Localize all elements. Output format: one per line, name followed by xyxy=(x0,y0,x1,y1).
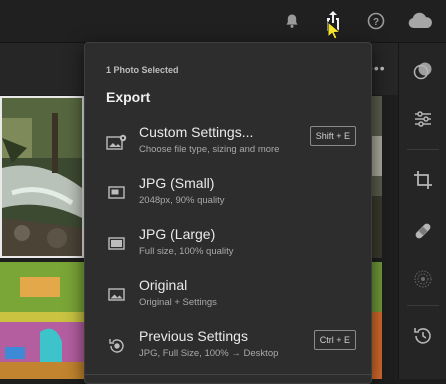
export-previous-settings[interactable]: Previous Settings JPG, Full Size, 100% →… xyxy=(85,328,371,372)
shortcut-badge: Ctrl + E xyxy=(313,330,356,350)
item-label: JPG (Small) xyxy=(139,175,215,191)
history-icon[interactable] xyxy=(411,324,435,348)
photo-thumbnail-selected[interactable] xyxy=(0,96,84,258)
item-description: Original + Settings xyxy=(139,297,217,308)
crop-icon[interactable] xyxy=(411,168,435,192)
edit-tools-panel xyxy=(398,43,446,379)
image-small-icon xyxy=(106,184,128,202)
menu-divider xyxy=(85,374,371,375)
item-description: JPG, Full Size, 100% → Desktop xyxy=(139,348,279,359)
svg-text:?: ? xyxy=(373,17,379,28)
export-jpg-large[interactable]: JPG (Large) Full size, 100% quality xyxy=(85,226,371,270)
image-large-icon xyxy=(106,235,128,253)
item-label: JPG (Large) xyxy=(139,226,216,242)
item-description: Choose file type, sizing and more xyxy=(139,144,280,155)
previous-settings-icon xyxy=(106,337,128,355)
cloud-icon[interactable] xyxy=(406,9,434,33)
image-original-icon xyxy=(106,286,128,304)
bell-icon[interactable] xyxy=(280,9,304,33)
photo-thumbnail[interactable] xyxy=(0,262,84,379)
mouse-pointer-icon xyxy=(327,20,342,41)
edit-sliders-icon[interactable] xyxy=(411,107,435,131)
item-label: Previous Settings xyxy=(139,328,248,344)
item-description: 2048px, 90% quality xyxy=(139,195,225,206)
top-bar: ? xyxy=(0,0,446,43)
item-description: Full size, 100% quality xyxy=(139,246,234,257)
grid-header-left xyxy=(0,43,84,95)
image-settings-icon xyxy=(106,133,128,151)
selection-count: 1 Photo Selected xyxy=(106,65,179,75)
masking-icon[interactable] xyxy=(411,267,435,291)
export-custom-settings[interactable]: Custom Settings... Choose file type, siz… xyxy=(85,124,371,168)
item-label: Original xyxy=(139,277,188,293)
shortcut-badge: Shift + E xyxy=(309,126,356,146)
presets-icon[interactable] xyxy=(411,59,435,83)
export-menu: 1 Photo Selected Export Custom Settings.… xyxy=(84,42,372,384)
export-original[interactable]: Original Original + Settings xyxy=(85,277,371,321)
healing-bandage-icon[interactable] xyxy=(411,219,435,243)
item-label: Custom Settings... xyxy=(139,124,254,140)
export-jpg-small[interactable]: JPG (Small) 2048px, 90% quality xyxy=(85,175,371,219)
help-icon[interactable]: ? xyxy=(364,9,388,33)
menu-title: Export xyxy=(106,89,151,105)
